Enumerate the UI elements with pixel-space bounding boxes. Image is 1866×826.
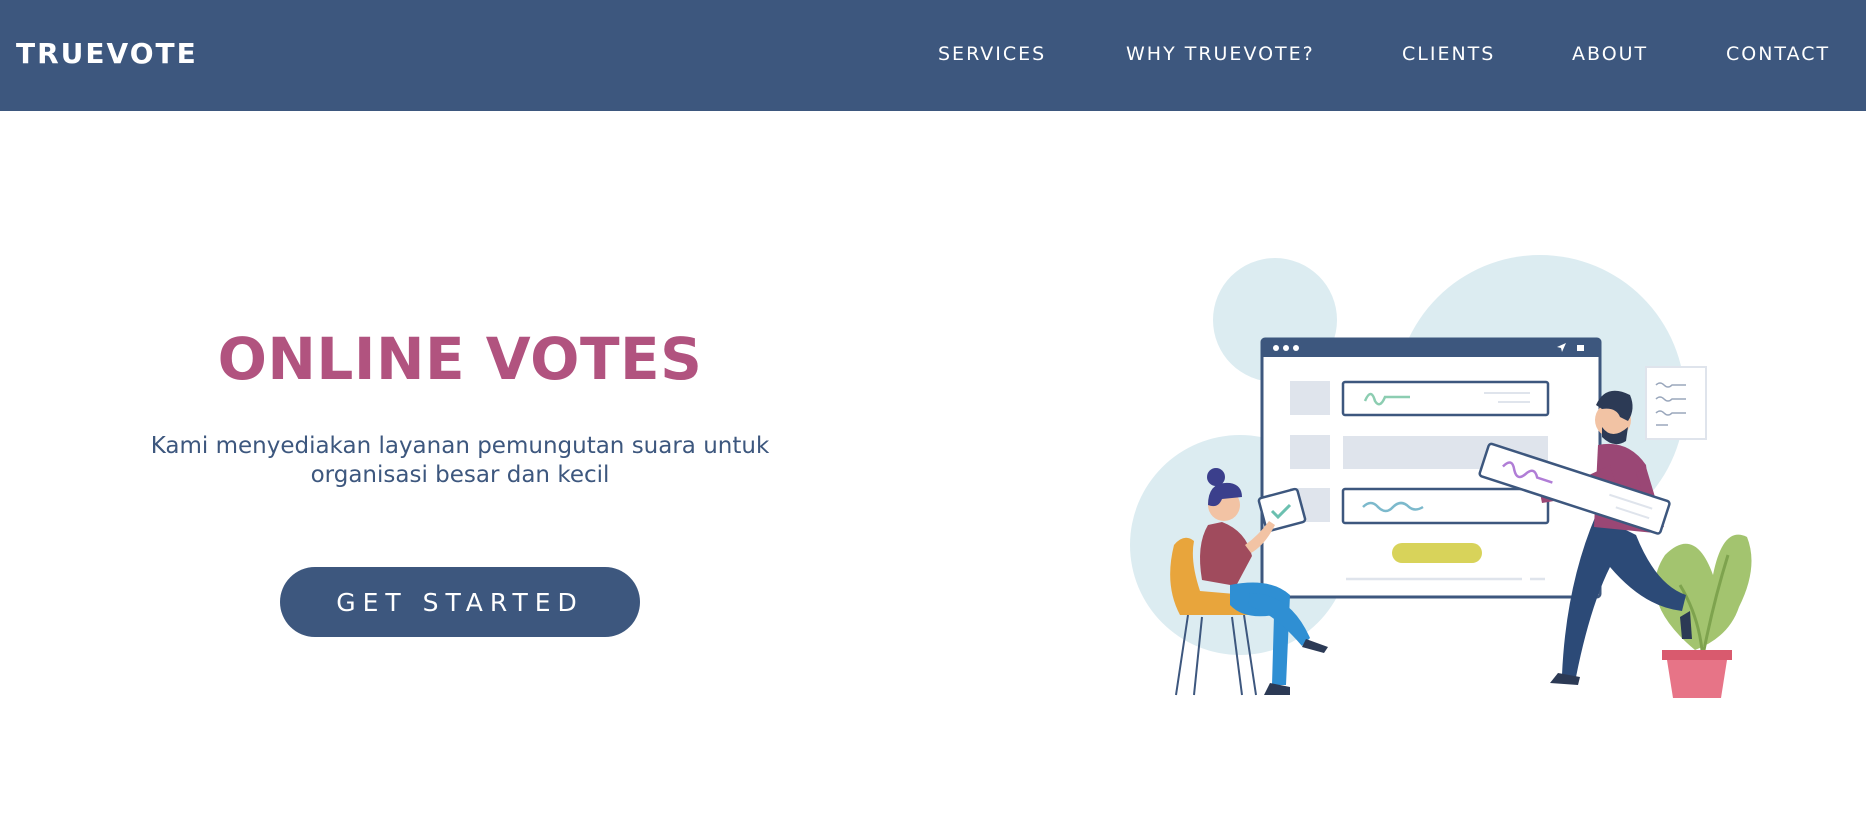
get-started-button[interactable]: GET STARTED [280,567,640,637]
online-voting-illustration [1130,255,1752,698]
nav-link-contact[interactable]: CONTACT [1726,43,1830,65]
hero-title: ONLINE VOTES [217,325,703,393]
hero-description: Kami menyediakan layanan pemungutan suar… [150,433,770,488]
potted-plant-graphic [1655,534,1752,698]
note-card-graphic [1645,366,1707,440]
brand-logo[interactable]: TRUEVOTE [16,37,198,70]
nav-link-why-truevote[interactable]: WHY TRUEVOTE? [1126,43,1315,65]
nav-link-services[interactable]: SERVICES [938,43,1046,65]
top-navbar: TRUEVOTE SERVICES WHY TRUEVOTE? CLIENTS … [0,0,1866,111]
nav-link-about[interactable]: ABOUT [1572,43,1648,65]
nav-link-clients[interactable]: CLIENTS [1402,43,1495,65]
